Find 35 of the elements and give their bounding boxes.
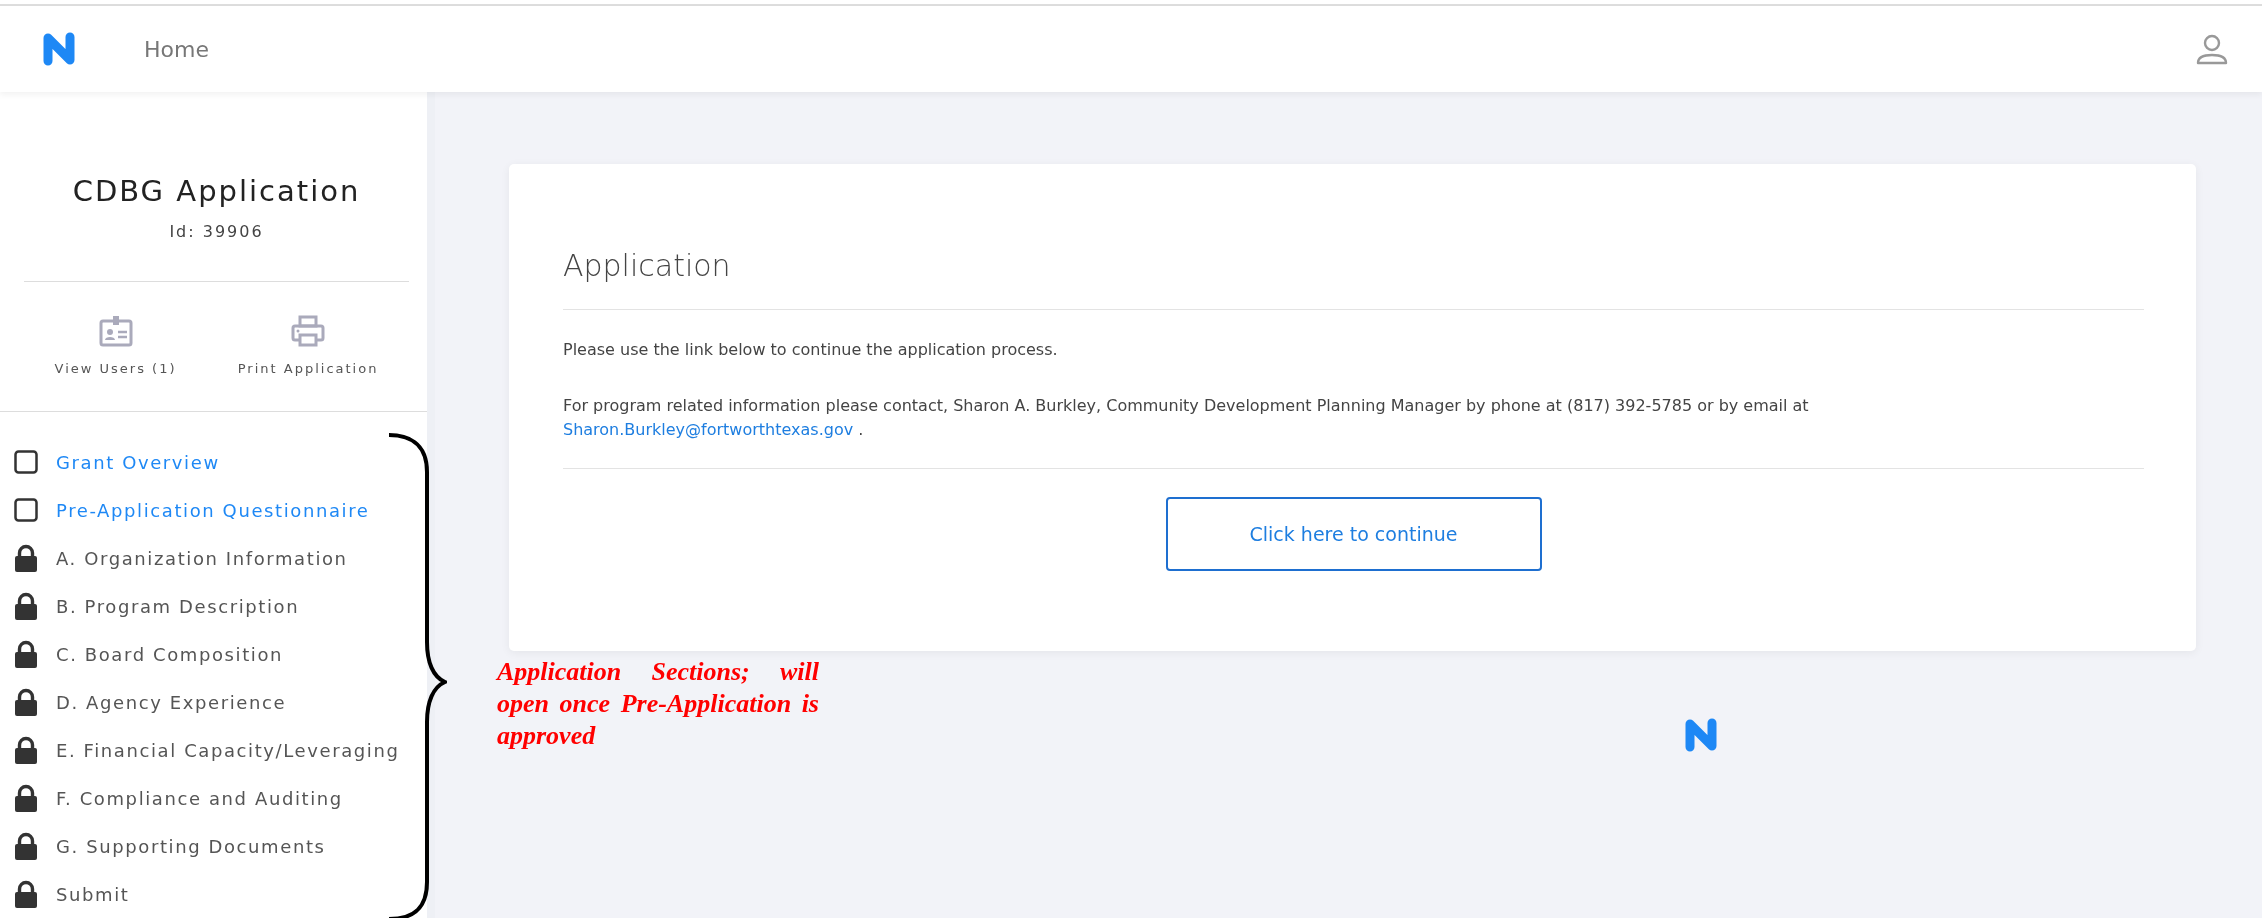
print-application-button[interactable]: Print Application: [231, 314, 385, 377]
print-icon: [291, 315, 326, 347]
annotation-text: Application Sections; will open once Pre-Application is approved: [497, 656, 819, 752]
lock-icon: [14, 544, 38, 572]
section-label: E. Financial Capacity/Leveraging: [56, 739, 400, 761]
lock-icon: [14, 784, 38, 812]
section-label: A. Organization Information: [56, 547, 348, 569]
section-label: Submit: [56, 883, 130, 905]
card-title: Application: [563, 248, 732, 283]
checkbox[interactable]: [14, 498, 38, 522]
lock-icon: [14, 640, 38, 668]
id-badge-icon: [98, 315, 133, 347]
contact-text: For program related information please contact, Sharon A. Burkley, Community Development Planning Manager by phone at (817) 392-5785 or by email at Sharon.Burkley@fortworthtexas.gov .: [563, 395, 1810, 441]
section-label: C. Board Composition: [56, 643, 284, 665]
section-label: D. Agency Experience: [56, 691, 287, 713]
lock-icon: [14, 592, 38, 620]
logo-icon[interactable]: [42, 32, 76, 66]
section-label: G. Supporting Documents: [56, 835, 326, 857]
section-label: B. Program Description: [56, 595, 300, 617]
application-id: Id: 39906: [168, 222, 265, 241]
section-label: F. Compliance and Auditing: [56, 787, 343, 809]
section-link[interactable]: Pre-Application Questionnaire: [56, 499, 370, 521]
lock-icon: [14, 688, 38, 716]
application-title: CDBG Application: [71, 174, 362, 208]
section-link[interactable]: Grant Overview: [56, 451, 220, 473]
home-link[interactable]: Home: [144, 36, 209, 62]
intro-text: Please use the link below to continue the application process.: [563, 339, 1059, 361]
lock-icon: [14, 880, 38, 908]
logo-icon: [1684, 718, 1718, 752]
continue-button[interactable]: Click here to continue: [1165, 497, 1542, 571]
view-users-button[interactable]: View Users (1): [48, 314, 183, 377]
lock-icon: [14, 736, 38, 764]
email-link[interactable]: Sharon.Burkley@fortworthtexas.gov: [563, 420, 854, 439]
lock-icon: [14, 832, 38, 860]
checkbox[interactable]: [14, 450, 38, 474]
